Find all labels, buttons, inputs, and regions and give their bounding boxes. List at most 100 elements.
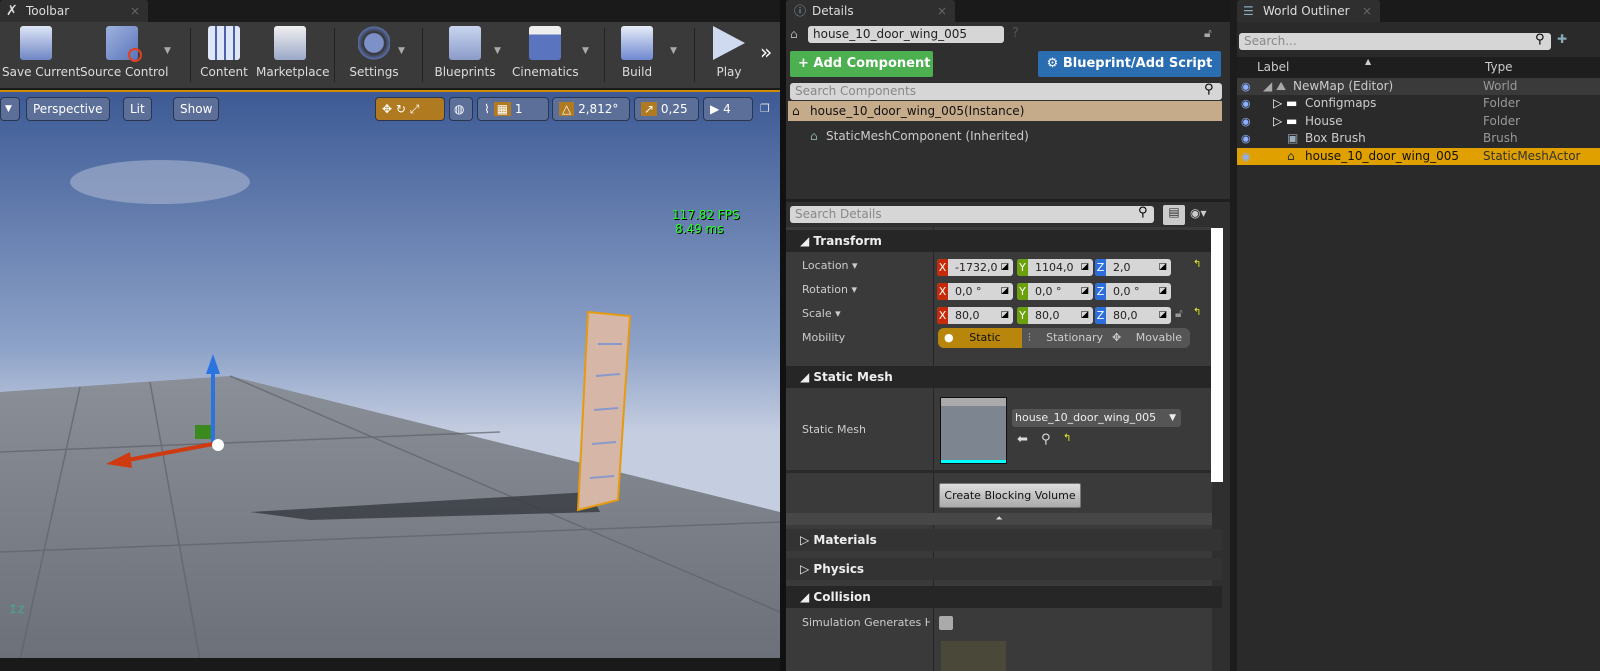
eye-icon[interactable]: ◉ — [1241, 95, 1251, 112]
tab-details[interactable]: ⓘ Details × — [786, 0, 955, 22]
rotation-snap-group[interactable]: △ 2,812° — [552, 97, 630, 121]
help-icon[interactable]: ? — [1012, 26, 1019, 41]
build-dropdown[interactable]: ▼ — [670, 46, 677, 56]
reset-to-default-icon[interactable]: ↰ — [1193, 259, 1201, 270]
close-icon[interactable]: × — [937, 0, 947, 22]
static-mesh-section-header[interactable]: ◢ Static Mesh — [786, 366, 1222, 388]
static-mesh-dropdown[interactable]: house_10_door_wing_005 ▼ — [1012, 409, 1181, 427]
surface-snap-icon[interactable]: ⌇ — [484, 102, 490, 116]
marketplace-button[interactable]: Marketplace — [256, 26, 330, 84]
blueprints-dropdown[interactable]: ▼ — [494, 46, 501, 56]
rotation-z-field[interactable]: Z 0,0 ° ◪ — [1095, 283, 1171, 300]
search-components-input[interactable]: Search Components — [790, 83, 1222, 100]
outliner-row-selected[interactable]: ◉ ⌂ house_10_door_wing_005 StaticMeshActor — [1237, 148, 1600, 165]
property-matrix-button[interactable]: ▤ — [1163, 205, 1185, 225]
more-toolbar-button[interactable]: » — [760, 40, 772, 64]
viewport-options-dropdown[interactable]: ▼ — [0, 97, 20, 121]
outliner-row[interactable]: ◉ ▷ ▬ House Folder — [1237, 113, 1600, 130]
grid-icon[interactable]: ▦ — [493, 102, 512, 116]
rotation-snap-value[interactable]: 2,812° — [578, 102, 618, 116]
content-button[interactable]: Content — [200, 26, 248, 84]
scale-z-field[interactable]: Z 80,0 ◪ — [1095, 307, 1171, 324]
actor-name-input[interactable]: house_10_door_wing_005 — [808, 26, 1004, 43]
source-control-dropdown[interactable]: ▼ — [164, 46, 171, 56]
lit-button[interactable]: Lit — [123, 97, 152, 121]
location-label[interactable]: Location ▾ — [802, 259, 858, 272]
cinematics-dropdown[interactable]: ▼ — [582, 46, 589, 56]
close-icon[interactable]: × — [1362, 0, 1372, 22]
show-button[interactable]: Show — [173, 97, 220, 121]
level-viewport[interactable]: ▼ Perspective Lit Show ✥ ↻ ⤢ ◍ ⌇ ▦ 1 △ 2… — [0, 90, 780, 658]
eye-icon[interactable]: ◉ — [1241, 148, 1251, 165]
close-icon[interactable]: × — [130, 0, 140, 22]
settings-button[interactable]: Settings — [346, 26, 402, 84]
browse-search-icon[interactable]: ⚲ — [1041, 432, 1051, 447]
simulation-hit-events-checkbox[interactable] — [939, 616, 953, 630]
eye-icon[interactable]: ◉ — [1241, 78, 1251, 95]
eye-icon[interactable]: ◉ — [1241, 113, 1251, 130]
maximize-viewport-icon[interactable]: ❐ — [760, 102, 770, 115]
scale-icon[interactable]: ⤢ — [410, 102, 420, 116]
scale-snap-value[interactable]: 0,25 — [661, 102, 688, 116]
grid-snap-group[interactable]: ⌇ ▦ 1 — [477, 97, 549, 121]
lock-scale-icon[interactable]: 🔓︎ — [1175, 306, 1183, 321]
add-filter-icon[interactable]: ✚ — [1557, 32, 1567, 46]
tab-toolbar[interactable]: ✗ Toolbar × — [0, 0, 148, 22]
scale-snap-group[interactable]: ↗ 0,25 — [634, 97, 699, 121]
reset-to-default-icon[interactable]: ↰ — [1063, 433, 1071, 444]
use-selected-arrow-icon[interactable]: ⬅ — [1017, 432, 1028, 447]
collapse-advanced-button[interactable]: ⏶ — [786, 513, 1212, 525]
rotation-y-field[interactable]: Y 0,0 ° ◪ — [1017, 283, 1093, 300]
world-local-toggle[interactable]: ◍ — [449, 97, 473, 121]
outliner-row[interactable]: ◉ ▷ ▬ Configmaps Folder — [1237, 95, 1600, 112]
transform-section-header[interactable]: ◢ Transform — [786, 230, 1222, 252]
materials-section-header[interactable]: ▷ Materials — [786, 529, 1222, 551]
save-current-button[interactable]: Save Current — [2, 26, 80, 84]
create-blocking-volume-button[interactable]: Create Blocking Volume ▼ — [939, 483, 1081, 525]
perspective-button[interactable]: Perspective — [26, 97, 110, 121]
camera-speed-button[interactable]: ▶ 4 — [703, 97, 753, 121]
tab-world-outliner[interactable]: ☰ World Outliner × — [1237, 0, 1380, 22]
search-details-input[interactable]: Search Details — [790, 206, 1154, 223]
build-icon — [621, 26, 653, 60]
static-mesh-thumbnail[interactable] — [941, 398, 1006, 463]
physics-section-header[interactable]: ▷ Physics — [786, 558, 1222, 580]
label-column-header[interactable]: Label — [1257, 57, 1289, 78]
component-instance-row[interactable]: ⌂ house_10_door_wing_005(Instance) — [788, 101, 1222, 121]
location-y-field[interactable]: Y 1104,0 ◪ — [1017, 259, 1093, 276]
scale-y-field[interactable]: Y 80,0 ◪ — [1017, 307, 1093, 324]
type-column-header[interactable]: Type — [1485, 57, 1513, 78]
cinematics-button[interactable]: Cinematics — [512, 26, 579, 84]
build-button[interactable]: Build — [614, 26, 660, 84]
visibility-eye-icon[interactable]: ◉▾ — [1190, 206, 1207, 220]
scale-label[interactable]: Scale ▾ — [802, 307, 841, 320]
reset-to-default-icon[interactable]: ↰ — [1193, 307, 1201, 318]
outliner-row[interactable]: ◉ ◢ ⛰ NewMap (Editor) World — [1237, 78, 1600, 95]
grid-snap-value[interactable]: 1 — [515, 102, 523, 116]
transform-mode-group[interactable]: ✥ ↻ ⤢ — [375, 97, 445, 121]
rotate-icon[interactable]: ↻ — [396, 102, 406, 116]
location-z-field[interactable]: Z 2,0 ◪ — [1095, 259, 1171, 276]
component-row[interactable]: ⌂ StaticMeshComponent (Inherited) — [810, 128, 1029, 144]
add-component-button[interactable]: + Add Component ▾ — [790, 51, 933, 97]
row-type: Folder — [1483, 114, 1521, 128]
scale-x-field[interactable]: X 80,0 ◪ — [937, 307, 1013, 324]
source-control-button[interactable]: Source Control — [80, 26, 168, 84]
blueprints-button[interactable]: Blueprints — [434, 26, 496, 84]
mobility-movable-option[interactable]: ✥ Movable — [1108, 328, 1190, 348]
collision-section-header[interactable]: ◢ Collision — [786, 586, 1222, 608]
mobility-stationary-option[interactable]: ⫶ Stationary — [1024, 328, 1106, 348]
mobility-static-option[interactable]: ● Static — [938, 328, 1022, 348]
rotation-label[interactable]: Rotation ▾ — [802, 283, 857, 296]
outliner-search-input[interactable]: Search... — [1239, 33, 1551, 50]
eye-icon[interactable]: ◉ — [1241, 130, 1251, 147]
location-x-field[interactable]: X -1732,0 ◪ — [937, 259, 1013, 276]
settings-dropdown[interactable]: ▼ — [398, 46, 405, 56]
play-button[interactable]: Play — [704, 26, 754, 84]
lock-icon[interactable]: 🔓︎ — [1204, 26, 1212, 41]
outliner-row[interactable]: ◉ ▣ Box Brush Brush — [1237, 130, 1600, 147]
blueprint-add-script-button[interactable]: ⚙ Blueprint/Add Script — [1038, 51, 1221, 77]
details-scrollbar[interactable] — [1211, 228, 1223, 482]
translate-icon[interactable]: ✥ — [382, 102, 392, 116]
rotation-x-field[interactable]: X 0,0 ° ◪ — [937, 283, 1013, 300]
